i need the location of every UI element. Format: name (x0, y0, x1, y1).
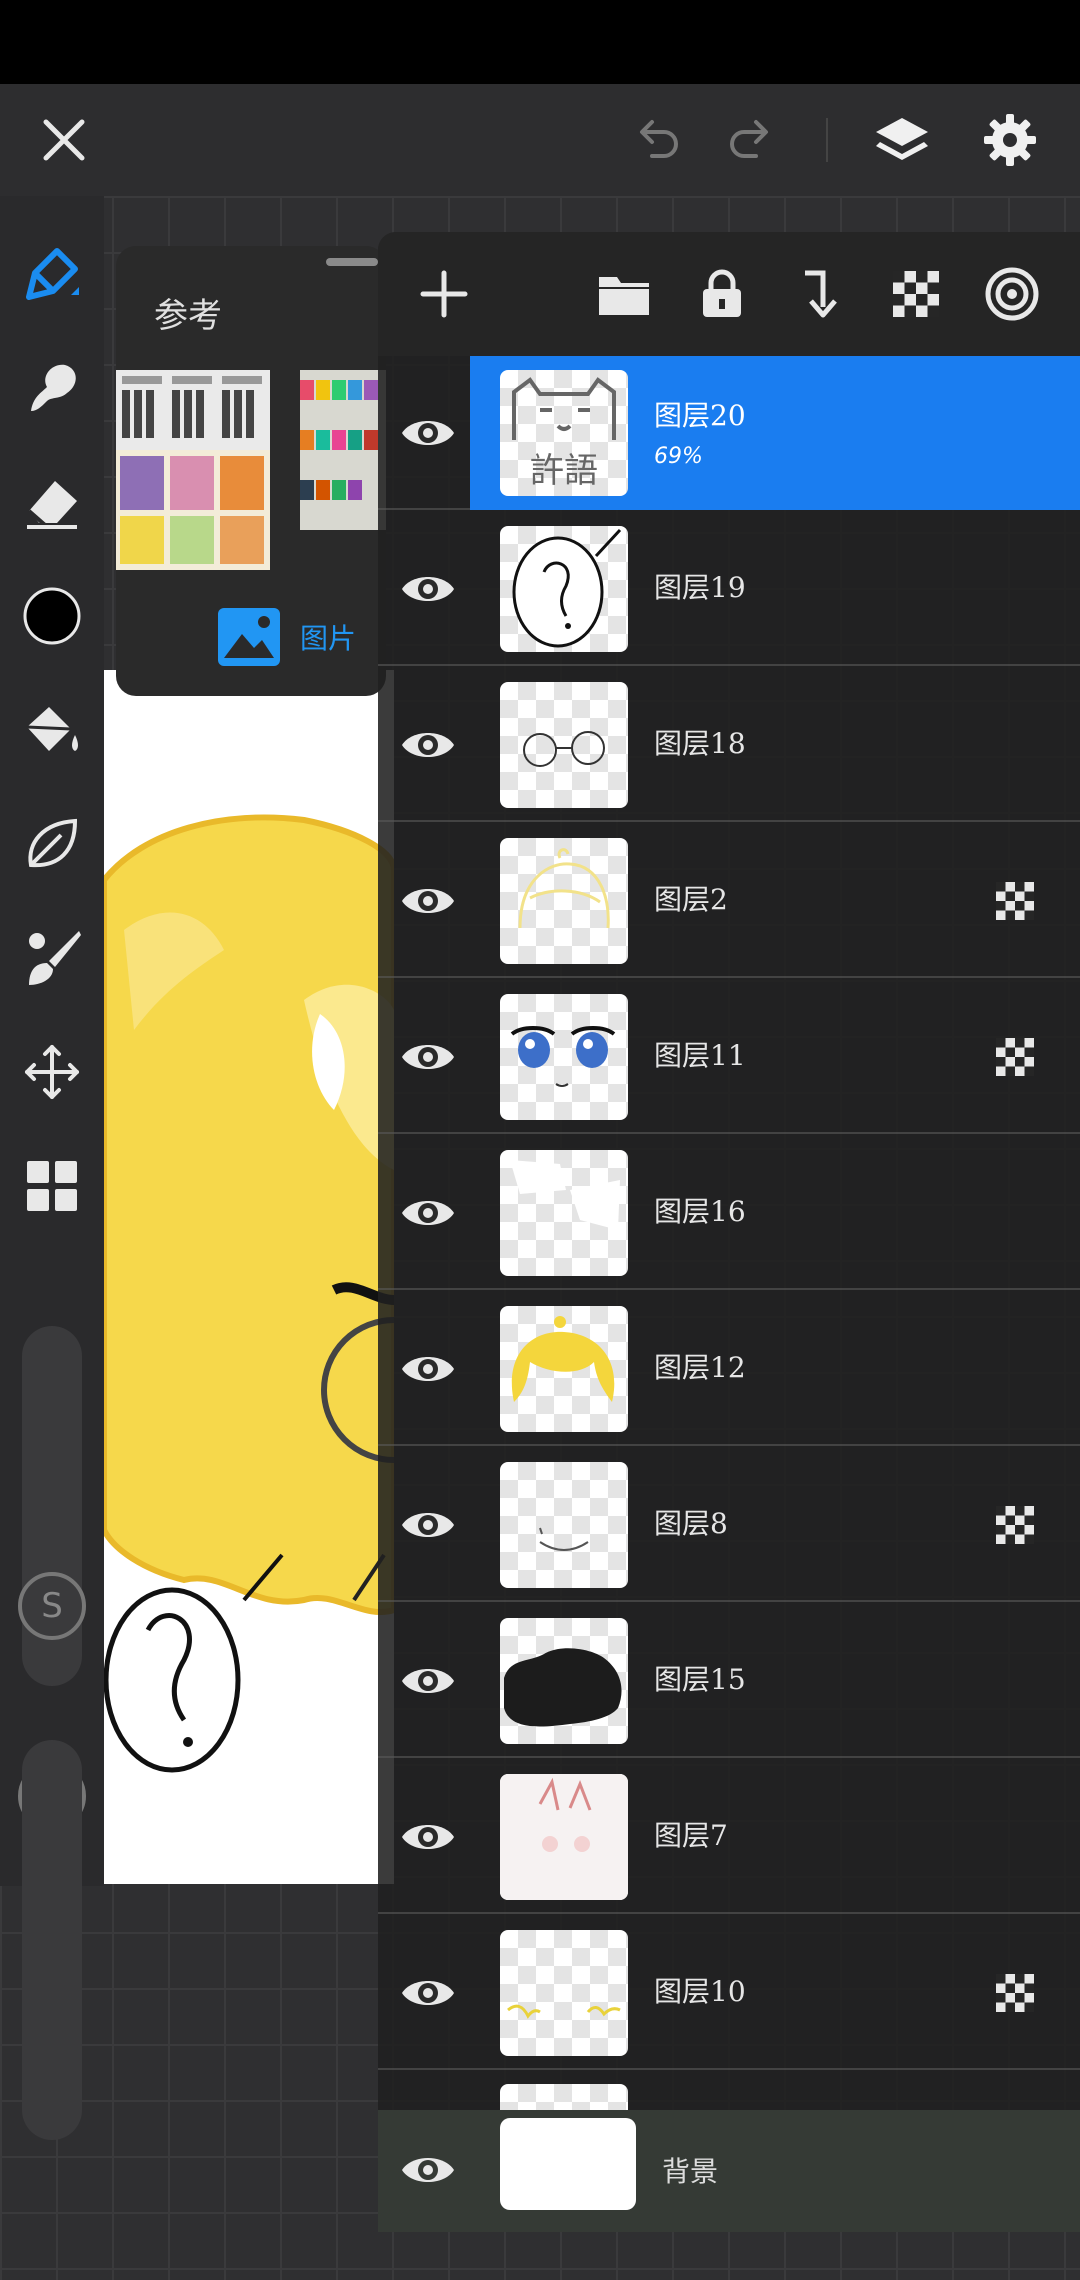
layer-thumbnail (500, 2084, 628, 2110)
layer-row[interactable]: 图层8 (378, 1448, 1080, 1602)
eye-icon[interactable] (398, 1495, 458, 1555)
layer-row[interactable]: 图层10 (378, 1916, 1080, 2070)
reference-thumbnails[interactable] (116, 370, 386, 570)
background-thumbnail (500, 2118, 636, 2210)
drawing-canvas[interactable] (104, 670, 394, 1884)
eye-icon[interactable] (398, 403, 458, 463)
eye-icon[interactable] (398, 559, 458, 619)
layer-name: 图层11 (654, 1039, 746, 1072)
eye-icon[interactable] (398, 1339, 458, 1399)
alpha-lock-indicator-icon (996, 1506, 1034, 1544)
alpha-lock-icon[interactable] (884, 262, 948, 326)
layers-icon[interactable] (870, 108, 934, 172)
fill-bucket-icon[interactable] (16, 694, 88, 766)
reference-panel: 参考 图片 (116, 246, 386, 696)
layer-thumbnail (500, 682, 628, 808)
layer-name: 图层7 (654, 1819, 728, 1852)
layer-row[interactable]: 图层2 (378, 824, 1080, 978)
move-icon[interactable] (16, 1036, 88, 1108)
layer-row[interactable] (378, 2072, 1080, 2110)
layer-row[interactable]: 图层12 (378, 1292, 1080, 1446)
layer-name: 图层19 (654, 571, 746, 604)
layer-row[interactable]: 图层18 (378, 668, 1080, 822)
merge-down-icon[interactable] (786, 262, 850, 326)
divider (826, 118, 828, 162)
folder-icon[interactable] (592, 262, 656, 326)
eye-icon[interactable] (398, 2140, 458, 2200)
reference-source-label: 图片 (300, 622, 357, 655)
eraser-icon[interactable] (16, 466, 88, 538)
layer-toolbar (378, 232, 1080, 356)
alpha-lock-indicator-icon (996, 882, 1034, 920)
layer-name: 图层16 (654, 1195, 746, 1228)
gear-icon[interactable] (978, 108, 1042, 172)
size-slider-knob[interactable]: S (18, 1572, 86, 1640)
layer-row[interactable]: 图层7 (378, 1760, 1080, 1914)
background-layer-row[interactable]: 背景 (378, 2110, 1080, 2232)
layer-opacity: 69% (654, 444, 703, 469)
layer-thumbnail (500, 526, 628, 652)
undo-icon[interactable] (624, 108, 688, 172)
layer-thumbnail (500, 1618, 628, 1744)
layer-thumbnail (500, 1150, 628, 1276)
close-icon[interactable] (32, 108, 96, 172)
status-bar (0, 0, 1080, 84)
layer-thumbnail (500, 1774, 628, 1900)
layer-thumbnail (500, 994, 628, 1120)
eye-icon[interactable] (398, 1183, 458, 1243)
reference-panel-handle[interactable] (326, 258, 378, 266)
opacity-slider-track[interactable] (22, 1740, 82, 2140)
layer-thumbnail: 許語 (500, 370, 628, 496)
eye-icon[interactable] (398, 1807, 458, 1867)
layer-thumbnail (500, 1462, 628, 1588)
alpha-lock-indicator-icon (996, 1038, 1034, 1076)
eye-icon[interactable] (398, 715, 458, 775)
reference-title: 参考 (154, 296, 222, 336)
layer-row[interactable]: 图层19 (378, 512, 1080, 666)
layer-name: 图层18 (654, 727, 746, 760)
eye-icon[interactable] (398, 871, 458, 931)
alpha-lock-indicator-icon (996, 1974, 1034, 2012)
layer-panel: 許語 图层20 69% 图层19 图层18 图层2 图层11 图层16 图层12… (378, 232, 1080, 2232)
image-icon (218, 608, 280, 666)
reference-source[interactable]: 图片 (216, 606, 356, 668)
tool-sidebar: S 0 (0, 196, 104, 1886)
eye-icon[interactable] (398, 1651, 458, 1711)
layer-row[interactable]: 許語 图层20 69% (378, 356, 1080, 510)
eye-icon[interactable] (398, 1963, 458, 2023)
brush-icon[interactable] (16, 922, 88, 994)
reference-image[interactable] (116, 370, 270, 450)
layer-name: 图层20 (654, 399, 746, 432)
layer-row[interactable]: 图层16 (378, 1136, 1080, 1290)
layer-thumbnail (500, 838, 628, 964)
smudge-icon[interactable] (16, 352, 88, 424)
top-bar (0, 84, 1080, 196)
leaf-icon[interactable] (16, 808, 88, 880)
lock-icon[interactable] (690, 262, 754, 326)
reference-image[interactable] (116, 450, 270, 570)
background-layer-name: 背景 (662, 2155, 719, 2188)
layer-thumbnail (500, 1930, 628, 2056)
grid-icon[interactable] (16, 1150, 88, 1222)
blend-mode-icon[interactable] (980, 262, 1044, 326)
layer-thumbnail (500, 1306, 628, 1432)
layer-name: 图层15 (654, 1663, 746, 1696)
layer-row[interactable]: 图层11 (378, 980, 1080, 1134)
svg-text:許語: 許語 (530, 451, 598, 491)
layer-name: 图层12 (654, 1351, 746, 1384)
layer-name: 图层8 (654, 1507, 728, 1540)
color-swatch[interactable] (16, 580, 88, 652)
layer-name: 图层2 (654, 883, 728, 916)
redo-icon[interactable] (720, 108, 784, 172)
eye-icon[interactable] (398, 1027, 458, 1087)
layer-name: 图层10 (654, 1975, 746, 2008)
pen-icon[interactable] (16, 238, 88, 310)
reference-image[interactable] (300, 370, 386, 530)
layer-row[interactable]: 图层15 (378, 1604, 1080, 1758)
add-layer-icon[interactable] (412, 262, 476, 326)
